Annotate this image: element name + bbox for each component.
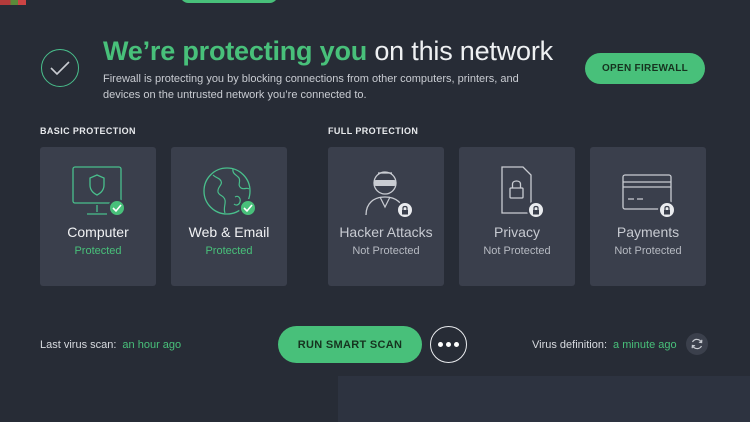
privacy-lock-icon bbox=[487, 165, 547, 221]
basic-protection-heading: BASIC PROTECTION bbox=[40, 126, 136, 136]
payments-card[interactable]: Payments Not Protected bbox=[590, 147, 706, 286]
more-dot-icon bbox=[438, 342, 443, 347]
card-status: Not Protected bbox=[614, 245, 682, 257]
refresh-definitions-icon[interactable] bbox=[686, 333, 708, 355]
headline-description: Firewall is protecting you by blocking c… bbox=[103, 73, 519, 101]
last-scan-label: Last virus scan: bbox=[40, 339, 117, 351]
credit-card-icon bbox=[618, 165, 678, 221]
definition-label: Virus definition: bbox=[532, 339, 608, 351]
last-scan-value: an hour ago bbox=[122, 339, 182, 351]
card-title: Hacker Attacks bbox=[339, 224, 433, 240]
globe-icon bbox=[199, 165, 259, 221]
card-title: Web & Email bbox=[188, 224, 270, 240]
card-status: Protected bbox=[205, 245, 253, 257]
computer-card[interactable]: Computer Protected bbox=[40, 147, 156, 286]
web-email-card[interactable]: Web & Email Protected bbox=[171, 147, 287, 286]
card-title: Computer bbox=[67, 224, 129, 240]
hacker-attacks-card[interactable]: Hacker Attacks Not Protected bbox=[328, 147, 444, 286]
card-status: Protected bbox=[74, 245, 122, 257]
open-firewall-button[interactable]: OPEN FIREWALL bbox=[585, 53, 705, 84]
card-status: Not Protected bbox=[483, 245, 551, 257]
hacker-icon bbox=[356, 165, 416, 221]
app-logo-fragment bbox=[0, 0, 26, 5]
privacy-card[interactable]: Privacy Not Protected bbox=[459, 147, 575, 286]
run-smart-scan-button[interactable]: RUN SMART SCAN bbox=[278, 326, 422, 363]
more-dot-icon bbox=[454, 342, 459, 347]
more-options-button[interactable] bbox=[430, 326, 467, 363]
definition-value: a minute ago bbox=[613, 339, 677, 351]
card-status: Not Protected bbox=[352, 245, 420, 257]
virus-definition: Virus definition: a minute ago bbox=[532, 339, 677, 351]
card-title: Privacy bbox=[494, 224, 540, 240]
last-virus-scan: Last virus scan: an hour ago bbox=[40, 339, 181, 351]
bottom-background-panel bbox=[338, 376, 750, 422]
computer-shield-icon bbox=[68, 165, 128, 221]
top-nav-button[interactable] bbox=[180, 0, 278, 3]
protected-status-icon bbox=[41, 49, 79, 87]
full-protection-heading: FULL PROTECTION bbox=[328, 126, 419, 136]
page-headline: We’re protecting you on this network bbox=[103, 36, 553, 67]
more-dot-icon bbox=[446, 342, 451, 347]
card-title: Payments bbox=[616, 224, 680, 240]
headline-accent: We’re protecting you bbox=[103, 36, 368, 66]
headline-rest: on this network bbox=[367, 36, 553, 66]
